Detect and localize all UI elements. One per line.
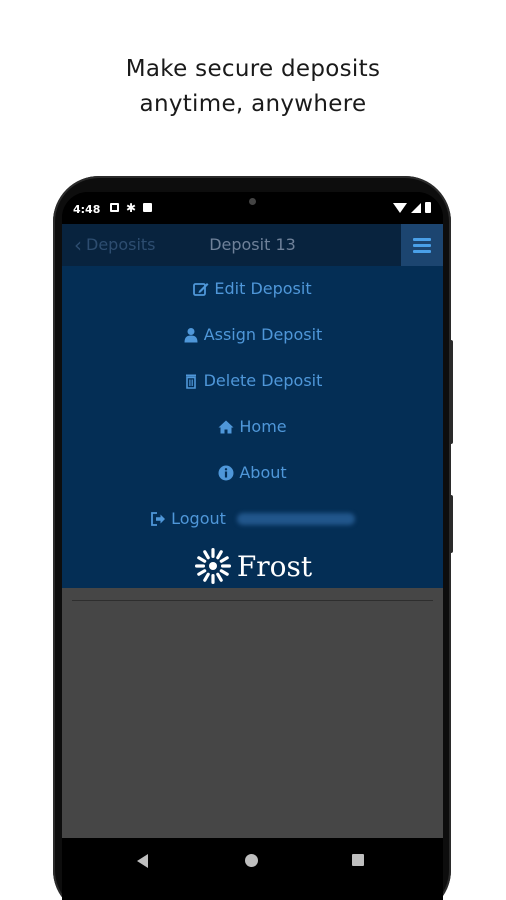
- menu-item-delete-deposit[interactable]: Delete Deposit: [62, 371, 443, 390]
- edit-icon: [193, 282, 209, 296]
- menu-item-label: Delete Deposit: [203, 371, 323, 390]
- notification-icons: ✱: [110, 201, 153, 215]
- app-store-screenshot: Make secure deposits anytime, anywhere 4…: [0, 0, 506, 900]
- menu-item-logout[interactable]: Logout: [62, 509, 443, 528]
- battery-icon: [425, 202, 431, 213]
- menu-item-assign-deposit[interactable]: Assign Deposit: [62, 325, 443, 344]
- power-button: [449, 495, 453, 553]
- promo-line-2: anytime, anywhere: [139, 91, 367, 117]
- menu-item-label: Edit Deposit: [214, 279, 312, 298]
- volume-button: [449, 340, 453, 444]
- nav-recents-icon[interactable]: [352, 854, 364, 866]
- signal-icon: [411, 203, 421, 213]
- menu-item-label: Logout: [171, 509, 226, 528]
- menu-button[interactable]: [401, 224, 443, 266]
- menu-item-home[interactable]: Home: [62, 417, 443, 436]
- info-icon: [218, 465, 234, 480]
- phone-screen: 4:48 ✱ ‹ Deposits Deposit 13 Edit Deposi…: [62, 192, 443, 900]
- android-navigation-bar: [62, 838, 443, 900]
- status-bar: 4:48 ✱: [62, 192, 443, 224]
- frost-logo: Frost: [62, 546, 443, 586]
- gear-icon: ✱: [126, 201, 137, 215]
- frost-starburst-icon: [194, 548, 231, 584]
- blurred-username: [236, 512, 355, 525]
- divider: [72, 600, 433, 601]
- sim-card-icon: [143, 203, 153, 212]
- system-status-icons: [393, 202, 431, 213]
- logout-icon: [151, 511, 166, 526]
- wifi-icon: [393, 203, 407, 213]
- menu-item-label: Assign Deposit: [203, 325, 323, 344]
- content-area: [62, 588, 443, 838]
- nav-back-icon[interactable]: [137, 854, 148, 868]
- promo-line-1: Make secure deposits: [125, 56, 381, 82]
- nav-home-icon[interactable]: [245, 854, 258, 867]
- page-title: Deposit 13: [209, 235, 296, 254]
- notification-icon: [110, 203, 119, 212]
- status-time: 4:48: [73, 203, 101, 216]
- menu-item-label: Home: [239, 417, 287, 436]
- hamburger-icon: [413, 238, 431, 256]
- dropdown-menu: Edit Deposit Assign Deposit Delete Depos…: [62, 266, 443, 588]
- menu-item-edit-deposit[interactable]: Edit Deposit: [62, 279, 443, 298]
- promo-headline: Make secure deposits anytime, anywhere: [0, 52, 506, 122]
- user-icon: [184, 327, 198, 342]
- menu-item-label: About: [239, 463, 287, 482]
- app-header: ‹ Deposits Deposit 13: [62, 224, 443, 266]
- trash-icon: [185, 374, 196, 389]
- menu-item-about[interactable]: About: [62, 463, 443, 482]
- home-icon: [218, 420, 234, 433]
- front-camera-icon: [249, 198, 256, 205]
- brand-name: Frost: [236, 549, 313, 583]
